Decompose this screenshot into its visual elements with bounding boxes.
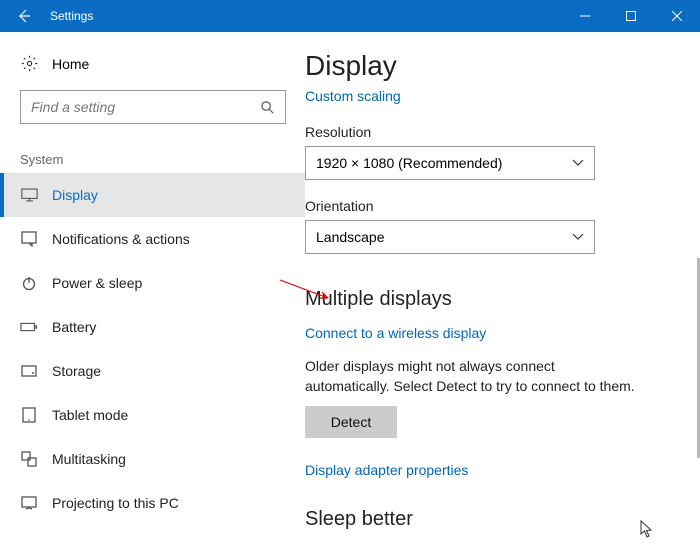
- back-button[interactable]: [0, 0, 48, 32]
- battery-icon: [20, 321, 38, 333]
- maximize-icon: [626, 11, 636, 21]
- minimize-icon: [580, 11, 590, 21]
- sidebar-item-label: Notifications & actions: [52, 231, 190, 247]
- sidebar-item-label: Battery: [52, 319, 96, 335]
- sidebar-item-display[interactable]: Display: [0, 173, 305, 217]
- sidebar-item-label: Tablet mode: [52, 407, 128, 423]
- sleep-better-title: Sleep better: [305, 508, 670, 531]
- window-title: Settings: [50, 9, 93, 23]
- sidebar-item-label: Storage: [52, 363, 101, 379]
- page-title: Display: [305, 50, 670, 82]
- chevron-down-icon: [572, 159, 584, 167]
- sidebar-item-battery[interactable]: Battery: [0, 305, 305, 349]
- sidebar-item-power[interactable]: Power & sleep: [0, 261, 305, 305]
- older-displays-desc: Older displays might not always connect …: [305, 357, 635, 396]
- display-adapter-link[interactable]: Display adapter properties: [305, 462, 670, 478]
- orientation-dropdown[interactable]: Landscape: [305, 220, 595, 254]
- resolution-dropdown[interactable]: 1920 × 1080 (Recommended): [305, 146, 595, 180]
- notifications-icon: [20, 231, 38, 247]
- home-label: Home: [52, 56, 89, 72]
- sidebar-item-notifications[interactable]: Notifications & actions: [0, 217, 305, 261]
- close-icon: [672, 11, 682, 21]
- search-icon: [260, 100, 275, 115]
- close-button[interactable]: [654, 0, 700, 32]
- cursor-icon: [640, 520, 654, 538]
- detect-button[interactable]: Detect: [305, 406, 397, 438]
- display-icon: [20, 188, 38, 202]
- orientation-value: Landscape: [316, 229, 385, 245]
- maximize-button[interactable]: [608, 0, 654, 32]
- minimize-button[interactable]: [562, 0, 608, 32]
- home-link[interactable]: Home: [0, 47, 305, 80]
- sidebar-item-label: Projecting to this PC: [52, 495, 179, 511]
- sidebar-item-label: Display: [52, 187, 98, 203]
- search-input[interactable]: [20, 90, 286, 124]
- sidebar-item-projecting[interactable]: Projecting to this PC: [0, 481, 305, 525]
- custom-scaling-link[interactable]: Custom scaling: [305, 88, 401, 104]
- gear-icon: [20, 55, 38, 72]
- sidebar-item-storage[interactable]: Storage: [0, 349, 305, 393]
- resolution-value: 1920 × 1080 (Recommended): [316, 155, 502, 171]
- sidebar: Home System Display Notifications & acti…: [0, 32, 305, 552]
- multitasking-icon: [20, 451, 38, 467]
- storage-icon: [20, 363, 38, 379]
- sidebar-item-label: Multitasking: [52, 451, 126, 467]
- sidebar-item-tablet[interactable]: Tablet mode: [0, 393, 305, 437]
- resolution-label: Resolution: [305, 124, 670, 140]
- window-controls: [562, 0, 700, 32]
- sidebar-item-multitasking[interactable]: Multitasking: [0, 437, 305, 481]
- multiple-displays-title: Multiple displays: [305, 288, 670, 311]
- nav-list: Display Notifications & actions Power & …: [0, 173, 305, 525]
- connect-wireless-link[interactable]: Connect to a wireless display: [305, 325, 486, 341]
- main-content: Display Custom scaling Resolution 1920 ×…: [305, 32, 700, 552]
- orientation-label: Orientation: [305, 198, 670, 214]
- projecting-icon: [20, 495, 38, 511]
- arrow-left-icon: [16, 8, 32, 24]
- search-field[interactable]: [31, 99, 260, 115]
- sidebar-item-label: Power & sleep: [52, 275, 142, 291]
- tablet-icon: [20, 407, 38, 423]
- power-icon: [20, 275, 38, 291]
- chevron-down-icon: [572, 233, 584, 241]
- section-label-system: System: [0, 124, 305, 173]
- titlebar: Settings: [0, 0, 700, 32]
